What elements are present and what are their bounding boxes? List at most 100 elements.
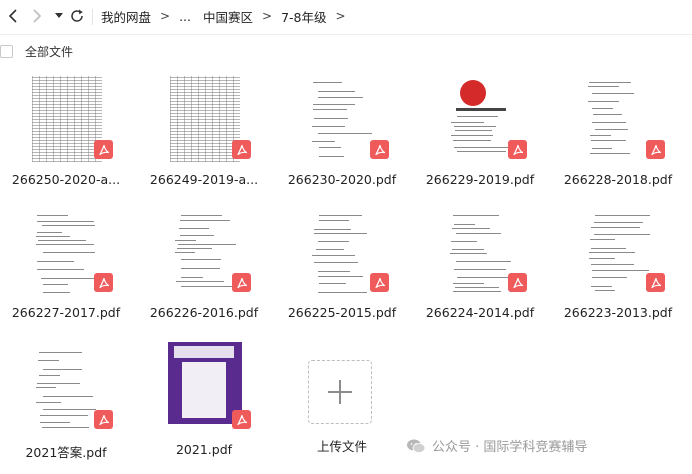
thumbnail-text-line xyxy=(312,126,345,127)
thumbnail-text-line xyxy=(312,255,355,256)
thumbnail-text-line xyxy=(457,277,508,278)
thumbnail-text-line xyxy=(456,233,501,234)
thumbnail-text-line xyxy=(454,224,475,225)
thumbnail-text-line xyxy=(314,118,348,119)
thumbnail-text-line xyxy=(38,360,59,361)
thumbnail-text-line xyxy=(319,220,349,221)
thumbnail-text-line xyxy=(42,427,89,428)
file-tile[interactable]: 266229-2019.pdf xyxy=(414,76,546,188)
file-tile[interactable]: 266249-2019-a... xyxy=(138,76,270,188)
history-dropdown-button[interactable] xyxy=(50,7,68,25)
pdf-badge-icon xyxy=(232,273,251,292)
thumbnail-text-line xyxy=(454,126,496,127)
pdf-acrobat-icon xyxy=(236,277,247,288)
thumbnail-text-line xyxy=(319,283,346,284)
thumbnail-text-line xyxy=(319,156,344,157)
thumbnail-text-line xyxy=(592,277,627,278)
thumbnail-text-line xyxy=(590,135,611,136)
thumbnail-text-line xyxy=(589,82,631,83)
thumbnail-text-line xyxy=(595,129,628,130)
thumbnail-text-line xyxy=(40,415,88,416)
thumbnail-text-line xyxy=(318,241,349,242)
file-tile[interactable]: 266224-2014.pdf xyxy=(414,209,546,321)
breadcrumb-level1[interactable]: 中国赛区 xyxy=(202,7,254,26)
file-tile[interactable]: 2021.pdf xyxy=(138,342,270,458)
file-name: 266229-2019.pdf xyxy=(425,172,535,187)
pdf-badge-icon xyxy=(94,140,113,159)
forward-button[interactable] xyxy=(28,7,46,25)
pdf-acrobat-icon xyxy=(650,277,661,288)
thumbnail-text-line xyxy=(43,252,95,253)
caret-down-icon xyxy=(55,13,63,18)
file-thumbnail xyxy=(32,346,102,432)
thumbnail-text-line xyxy=(451,122,484,123)
pdf-acrobat-icon xyxy=(98,414,109,425)
file-tile[interactable]: 2021答案.pdf xyxy=(0,346,132,460)
thumbnail-text-line xyxy=(178,244,236,245)
thumbnail-text-line xyxy=(590,239,615,240)
select-all-label: 全部文件 xyxy=(25,44,74,59)
chevron-right-icon xyxy=(33,9,42,23)
thumbnail-text-line xyxy=(318,271,350,272)
thumbnail-text-line xyxy=(177,248,212,249)
file-thumbnail xyxy=(32,209,102,295)
thumbnail-text-line xyxy=(451,135,493,136)
thumbnail-text-line xyxy=(312,141,335,142)
thumbnail-text-line xyxy=(591,248,626,249)
thumbnail-text-line xyxy=(595,290,615,291)
file-tile[interactable]: 266226-2016.pdf xyxy=(138,209,270,321)
thumbnail-text-line xyxy=(43,409,96,410)
pdf-badge-icon xyxy=(370,273,389,292)
breadcrumb-separator: > xyxy=(262,9,273,23)
file-tile[interactable]: 266225-2015.pdf xyxy=(276,209,408,321)
file-name: 2021.pdf xyxy=(175,442,233,457)
thumbnail-text-line xyxy=(453,291,501,292)
file-thumbnail xyxy=(308,76,378,162)
refresh-button[interactable] xyxy=(68,7,86,25)
select-all-checkbox[interactable] xyxy=(0,44,13,58)
file-name: 266225-2015.pdf xyxy=(287,305,397,320)
thumbnail-text-line xyxy=(43,292,70,293)
breadcrumb-ellipsis[interactable]: ... xyxy=(178,9,192,24)
toolbar: 我的网盘 > ... 中国赛区 > 7-8年级 > xyxy=(0,0,692,34)
thumbnail-text-line xyxy=(594,234,650,235)
back-button[interactable] xyxy=(4,7,22,25)
file-name: 266226-2016.pdf xyxy=(149,305,259,320)
file-tile[interactable]: 266228-2018.pdf xyxy=(552,76,684,188)
breadcrumb: 我的网盘 > ... 中国赛区 > 7-8年级 > xyxy=(100,6,354,26)
thumbnail-text-line xyxy=(43,284,68,285)
thumbnail-text-line xyxy=(36,236,70,237)
thumbnail-text-line xyxy=(319,147,341,148)
breadcrumb-level2[interactable]: 7-8年级 xyxy=(280,7,327,26)
thumbnail-text-line xyxy=(39,375,60,376)
thumbnail-text-line xyxy=(175,240,196,241)
file-tile[interactable]: 266223-2013.pdf xyxy=(552,209,684,321)
pdf-badge-icon xyxy=(646,140,665,159)
thumbnail-text-line xyxy=(592,270,649,271)
pdf-acrobat-icon xyxy=(512,144,523,155)
refresh-icon xyxy=(71,9,83,22)
pdf-badge-icon xyxy=(646,273,665,292)
file-thumbnail xyxy=(168,342,242,424)
file-name: 2021答案.pdf xyxy=(25,445,107,460)
thumbnail-text-line xyxy=(318,97,363,98)
file-tile[interactable]: 266250-2020-a... xyxy=(0,76,132,188)
file-name: 266228-2018.pdf xyxy=(563,172,673,187)
thumbnail-text-line xyxy=(455,287,499,288)
thumbnail-text-line xyxy=(318,91,355,92)
file-thumbnail xyxy=(32,76,102,162)
thumbnail-text-line xyxy=(591,264,634,265)
thumbnail-text-line xyxy=(591,140,626,141)
thumbnail-text-line xyxy=(318,133,372,134)
file-thumbnail xyxy=(446,76,516,162)
thumbnail-text-line xyxy=(37,221,94,222)
file-tile[interactable]: 266227-2017.pdf xyxy=(0,209,132,321)
upload-tile[interactable]: 上传文件 xyxy=(276,346,408,456)
thumbnail-text-line xyxy=(452,249,484,250)
file-tile[interactable]: 266230-2020.pdf xyxy=(276,76,408,188)
thumbnail-text-line xyxy=(454,147,512,148)
thumbnail-text-line xyxy=(313,82,342,83)
upload-button[interactable] xyxy=(308,360,372,424)
thumbnail-text-line xyxy=(318,276,363,277)
breadcrumb-root[interactable]: 我的网盘 xyxy=(100,7,152,26)
